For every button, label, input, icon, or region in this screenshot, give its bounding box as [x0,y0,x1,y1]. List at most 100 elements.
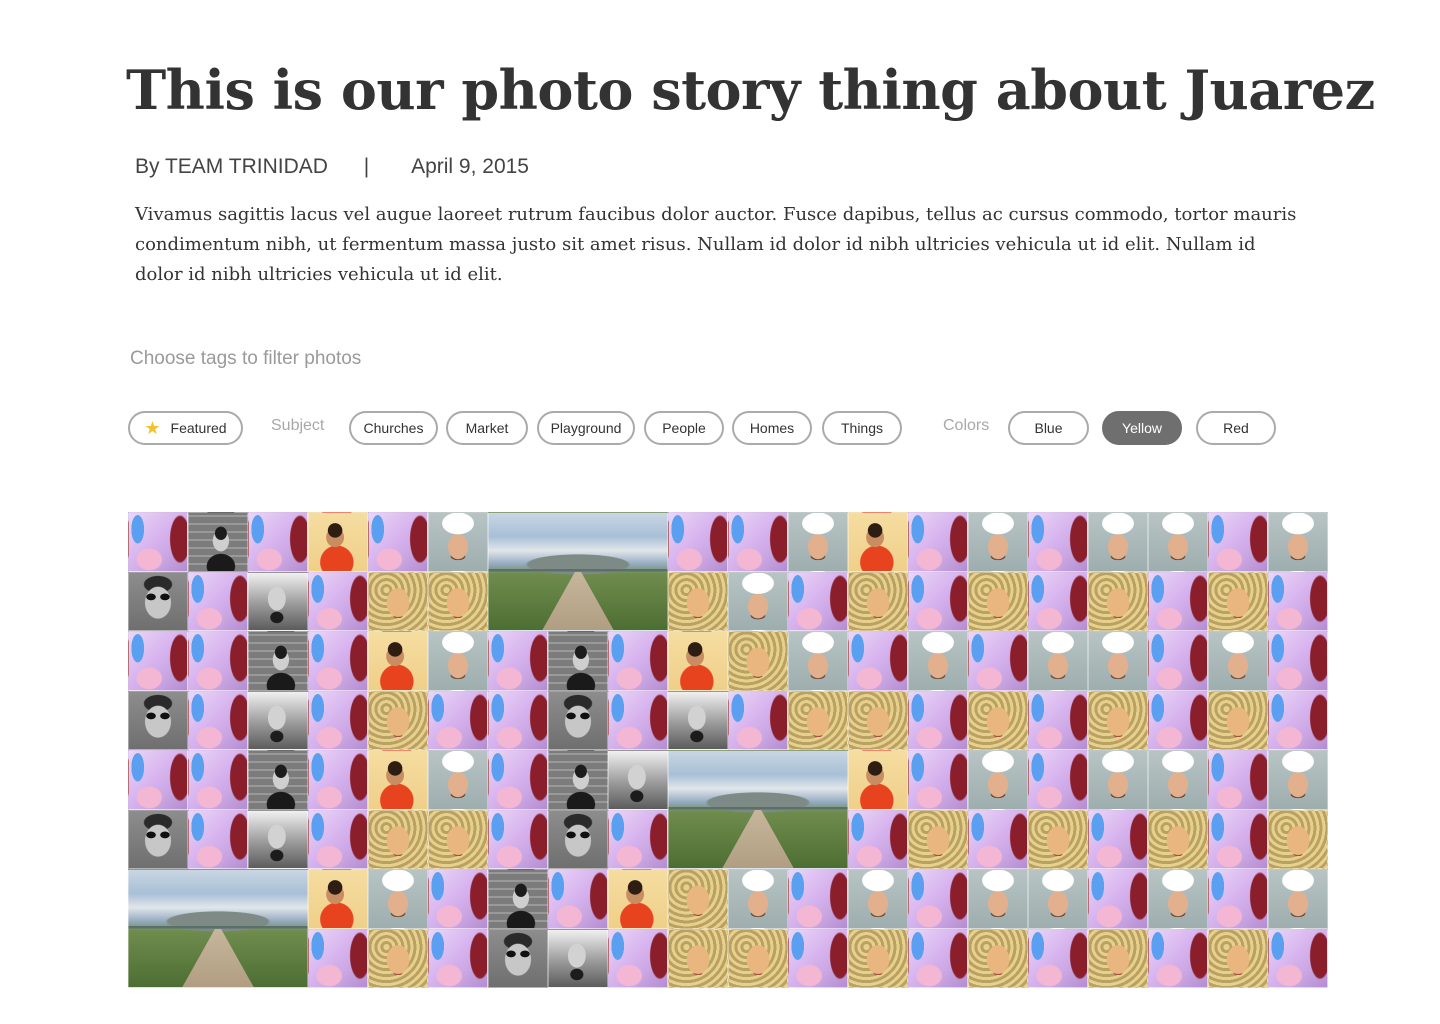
photo-tile[interactable] [1028,631,1088,691]
photo-tile[interactable] [488,750,548,810]
photo-tile[interactable] [548,750,608,810]
photo-tile[interactable] [188,809,248,869]
photo-tile[interactable] [428,512,488,572]
photo-tile[interactable] [848,750,908,810]
photo-tile[interactable] [908,571,968,631]
photo-tile[interactable] [1208,512,1268,572]
photo-tile[interactable] [1148,809,1208,869]
tag-playground[interactable]: Playground [537,411,635,445]
photo-tile[interactable] [1088,571,1148,631]
photo-tile[interactable] [668,631,728,691]
photo-tile[interactable] [308,571,368,631]
photo-tile[interactable] [908,928,968,988]
photo-tile[interactable] [1268,809,1328,869]
photo-tile[interactable] [188,631,248,691]
photo-tile[interactable] [248,631,308,691]
photo-tile[interactable] [368,750,428,810]
photo-tile[interactable] [1208,869,1268,929]
photo-tile[interactable] [1268,928,1328,988]
tag-homes[interactable]: Homes [732,411,812,445]
photo-tile[interactable] [908,512,968,572]
photo-tile[interactable] [128,690,188,750]
photo-tile[interactable] [308,631,368,691]
photo-tile[interactable] [848,571,908,631]
photo-tile[interactable] [368,512,428,572]
photo-tile[interactable] [968,631,1028,691]
photo-tile[interactable] [848,869,908,929]
photo-tile[interactable] [1088,690,1148,750]
photo-tile[interactable] [128,571,188,631]
photo-tile[interactable] [968,690,1028,750]
photo-tile[interactable] [368,690,428,750]
photo-tile[interactable] [1208,631,1268,691]
photo-tile[interactable] [308,809,368,869]
photo-tile[interactable] [488,869,548,929]
photo-tile[interactable] [788,571,848,631]
photo-tile[interactable] [728,571,788,631]
photo-tile[interactable] [188,571,248,631]
photo-tile[interactable] [1028,869,1088,929]
photo-tile[interactable] [1148,750,1208,810]
photo-tile[interactable] [968,869,1028,929]
photo-tile[interactable] [1268,571,1328,631]
photo-tile[interactable] [128,750,188,810]
photo-tile[interactable] [128,631,188,691]
photo-tile[interactable] [1148,928,1208,988]
photo-tile-large[interactable] [128,869,308,988]
photo-tile[interactable] [728,512,788,572]
photo-tile[interactable] [1028,928,1088,988]
photo-tile[interactable] [368,869,428,929]
photo-tile[interactable] [608,690,668,750]
photo-tile[interactable] [308,512,368,572]
tag-yellow[interactable]: Yellow [1102,411,1182,445]
photo-tile[interactable] [1088,928,1148,988]
photo-tile[interactable] [848,928,908,988]
photo-tile[interactable] [548,809,608,869]
photo-tile[interactable] [368,809,428,869]
photo-tile[interactable] [488,928,548,988]
tag-things[interactable]: Things [822,411,902,445]
photo-tile[interactable] [428,631,488,691]
photo-tile[interactable] [308,869,368,929]
photo-tile[interactable] [788,631,848,691]
photo-tile[interactable] [428,928,488,988]
photo-tile[interactable] [1208,809,1268,869]
photo-tile[interactable] [248,690,308,750]
photo-tile[interactable] [248,571,308,631]
photo-tile[interactable] [488,631,548,691]
photo-tile[interactable] [248,809,308,869]
photo-tile[interactable] [668,571,728,631]
photo-tile[interactable] [1148,869,1208,929]
photo-tile[interactable] [728,928,788,988]
photo-tile[interactable] [548,928,608,988]
photo-tile[interactable] [1268,750,1328,810]
photo-tile[interactable] [788,690,848,750]
photo-tile[interactable] [308,928,368,988]
photo-tile[interactable] [788,928,848,988]
photo-tile[interactable] [1088,512,1148,572]
photo-tile[interactable] [488,809,548,869]
photo-tile[interactable] [1028,690,1088,750]
tag-churches[interactable]: Churches [349,411,438,445]
photo-tile[interactable] [908,631,968,691]
photo-tile[interactable] [248,512,308,572]
photo-tile[interactable] [608,869,668,929]
photo-tile[interactable] [128,512,188,572]
photo-tile[interactable] [368,571,428,631]
photo-tile[interactable] [608,750,668,810]
photo-tile[interactable] [188,690,248,750]
photo-tile[interactable] [1028,512,1088,572]
photo-tile[interactable] [1268,631,1328,691]
photo-tile[interactable] [728,631,788,691]
photo-tile-large[interactable] [488,512,668,631]
photo-tile[interactable] [848,512,908,572]
photo-tile[interactable] [968,809,1028,869]
photo-tile[interactable] [908,690,968,750]
photo-tile[interactable] [308,690,368,750]
photo-tile[interactable] [1208,750,1268,810]
photo-tile[interactable] [1268,512,1328,572]
photo-tile[interactable] [1148,571,1208,631]
photo-tile[interactable] [1028,750,1088,810]
photo-tile[interactable] [1148,690,1208,750]
photo-tile[interactable] [428,571,488,631]
